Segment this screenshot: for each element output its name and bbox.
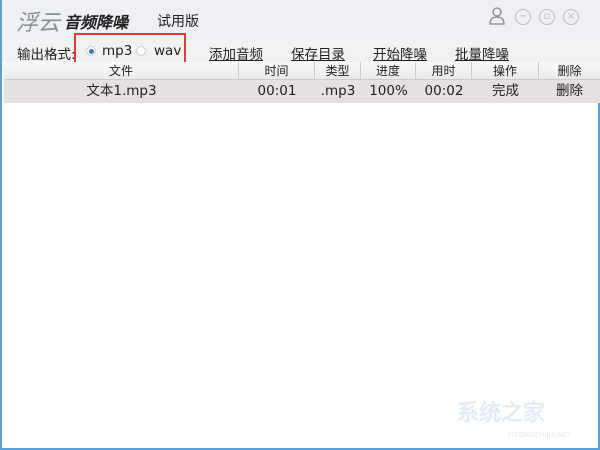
header-type[interactable]: 类型 bbox=[315, 62, 361, 79]
watermark: 系统之家 bbox=[457, 401, 546, 426]
user-icon[interactable] bbox=[489, 7, 505, 25]
watermark-sub: XITONGZHIJIA.NET bbox=[507, 431, 572, 439]
header-time[interactable]: 时间 bbox=[239, 62, 315, 79]
cell-file: 文本1.mp3 bbox=[86, 83, 157, 99]
header-file[interactable]: 文件 bbox=[4, 62, 239, 79]
restore-icon[interactable]: ▫ bbox=[539, 9, 555, 25]
cell-type: .mp3 bbox=[320, 83, 356, 99]
logo-sub: 音频降噪 bbox=[64, 13, 129, 32]
logo-main: 浮云 bbox=[16, 11, 61, 36]
add-audio-link[interactable]: 添加音频 bbox=[209, 43, 263, 63]
header-action[interactable]: 操作 bbox=[472, 62, 539, 79]
cell-status[interactable]: 完成 bbox=[472, 80, 539, 103]
table-header: 文件 时间 类型 进度 用时 操作 删除 bbox=[4, 62, 600, 80]
batch-denoise-link[interactable]: 批量降噪 bbox=[455, 43, 509, 63]
header-delete[interactable]: 删除 bbox=[539, 62, 600, 79]
close-icon[interactable]: × bbox=[563, 9, 579, 25]
cell-time: 00:01 bbox=[257, 83, 297, 99]
edition-label: 试用版 bbox=[157, 14, 199, 30]
cell-elapsed: 00:02 bbox=[424, 83, 464, 99]
start-denoise-link[interactable]: 开始降噪 bbox=[373, 43, 427, 63]
header-progress[interactable]: 进度 bbox=[361, 62, 416, 79]
minimize-icon[interactable]: − bbox=[515, 9, 531, 25]
cell-progress: 100% bbox=[369, 83, 408, 99]
format-label: 输出格式: bbox=[17, 47, 76, 63]
table-row[interactable]: 文本1.mp3 00:01 .mp3 100% 00:02 完成 删除 bbox=[4, 80, 600, 103]
file-table: 文件 时间 类型 进度 用时 操作 删除 文本1.mp3 00:01 .mp3 … bbox=[4, 62, 600, 103]
save-dir-link[interactable]: 保存目录 bbox=[291, 43, 345, 63]
delete-button[interactable]: 删除 bbox=[539, 80, 600, 103]
app-window: 浮云 音频降噪 试用版 − ▫ × 输出格式: mp3 wav 添加音频 保存目… bbox=[0, 0, 600, 450]
header-elapsed[interactable]: 用时 bbox=[416, 62, 472, 79]
